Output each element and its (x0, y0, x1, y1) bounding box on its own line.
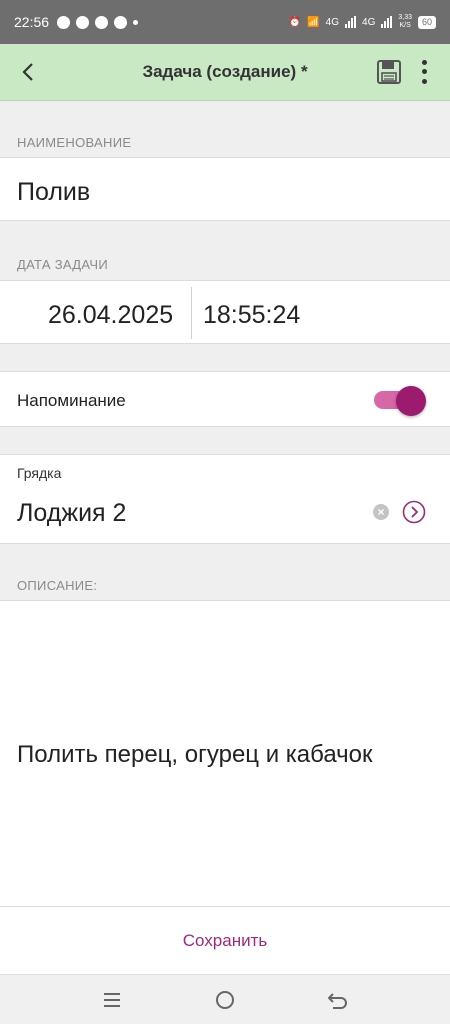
floppy-disk-icon (377, 60, 401, 84)
reminder-row: Напоминание (0, 371, 450, 427)
network-label: 4G (325, 16, 340, 28)
recent-apps-button[interactable] (99, 987, 125, 1013)
date-label: ДАТА ЗАДАЧИ (17, 257, 108, 272)
save-footer: Сохранить (0, 906, 450, 974)
system-nav-bar (0, 974, 450, 1024)
time-field[interactable]: 18:55:24 (203, 301, 300, 330)
app-bar: Задача (создание) * (0, 44, 450, 101)
status-bar: 22:56 ⏰ 📶 4G 4G 3,33 K/S 60 (0, 0, 450, 44)
description-field[interactable]: Полить перец, огурец и кабачок (0, 600, 450, 906)
save-toolbar-button[interactable] (376, 59, 402, 85)
notification-icon (57, 15, 71, 29)
reminder-toggle[interactable] (374, 386, 428, 416)
description-value[interactable]: Полить перец, огурец и кабачок (17, 741, 373, 769)
page-title: Задача (создание) * (142, 62, 308, 81)
arrow-left-icon (22, 63, 33, 81)
open-bed-button[interactable] (402, 500, 426, 524)
chevron-right-circle-icon (402, 500, 426, 524)
bed-label: Грядка (17, 465, 62, 481)
more-vertical-icon (421, 60, 427, 66)
alarm-icon: ⏰ (288, 16, 302, 28)
notification-icon (114, 15, 128, 29)
bed-value[interactable]: Лоджия 2 (17, 499, 126, 528)
signal-icon (381, 16, 393, 28)
notification-icon (76, 15, 90, 29)
notification-icon (95, 15, 109, 29)
back-button[interactable] (14, 58, 42, 86)
home-circle-icon (216, 991, 234, 1009)
status-indicators: ⏰ 📶 4G 4G 3,33 K/S 60 (289, 14, 436, 30)
name-value[interactable]: Полив (17, 178, 90, 207)
divider (191, 287, 192, 339)
system-back-button[interactable] (325, 987, 351, 1013)
back-arrow-icon (328, 993, 347, 1009)
signal-icon (345, 16, 357, 28)
wifi-icon: 📶 (307, 16, 320, 28)
clear-circle-icon[interactable]: × (373, 504, 389, 520)
name-label: НАИМЕНОВАНИЕ (17, 135, 132, 150)
notification-icons (57, 15, 139, 29)
network-speed: 3,33 K/S (398, 14, 412, 29)
date-time-row: 26.04.2025 18:55:24 (0, 280, 450, 344)
save-button[interactable]: Сохранить (0, 907, 450, 974)
notification-dot-icon (133, 19, 139, 25)
more-options-button[interactable] (412, 58, 436, 86)
toggle-thumb (396, 386, 426, 416)
reminder-label: Напоминание (17, 391, 126, 410)
home-button[interactable] (212, 987, 238, 1013)
name-field[interactable]: Полив (0, 157, 450, 221)
battery-icon: 60 (417, 15, 436, 29)
date-field[interactable]: 26.04.2025 (48, 301, 173, 330)
description-label: ОПИСАНИЕ: (17, 578, 98, 593)
bed-field[interactable]: Грядка Лоджия 2 × (0, 454, 450, 544)
status-time: 22:56 (14, 14, 50, 30)
menu-icon (104, 993, 120, 1007)
network-label: 4G (362, 16, 376, 28)
